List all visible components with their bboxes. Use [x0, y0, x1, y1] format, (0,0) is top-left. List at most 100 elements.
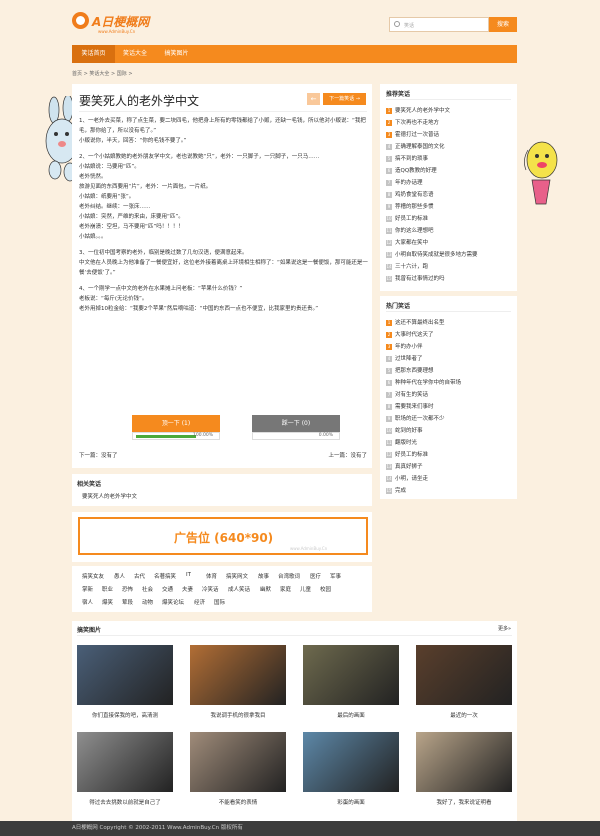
tag-link[interactable]: 动物 — [142, 598, 153, 606]
tag-link[interactable]: 职业 — [102, 585, 113, 593]
gallery-image[interactable] — [303, 732, 399, 792]
tag-link[interactable]: 搞笑女友 — [82, 572, 104, 580]
gallery-image[interactable] — [416, 732, 512, 792]
tag-link[interactable]: 名著搞笑 — [154, 572, 176, 580]
tag-link[interactable]: 成人笑话 — [228, 585, 250, 593]
tag-link[interactable]: 恐怖 — [122, 585, 133, 593]
tag-link[interactable]: 经济 — [194, 598, 205, 606]
prev-link[interactable]: 下一篇：没有了 — [79, 453, 118, 459]
sidebar-item[interactable]: 4 正确理解泰国的文化 — [386, 142, 445, 150]
tag-link[interactable]: 愚人 — [114, 572, 125, 580]
gallery-caption[interactable]: 彩蛋的画面 — [303, 798, 399, 806]
tag-link[interactable]: 军事 — [330, 572, 341, 580]
tag-link[interactable]: 医疗 — [310, 572, 321, 580]
tag-link[interactable]: 爆笑 — [102, 598, 113, 606]
vote-down-button[interactable]: 踩一下 (0) 0.00% — [252, 415, 340, 440]
sidebar-item[interactable]: 15 我曾有过事情过的吗 — [386, 274, 445, 282]
sidebar-item[interactable]: 8 鸡奶食堂有恋语 — [386, 190, 434, 198]
tag-link[interactable]: 台湾歌词 — [278, 572, 300, 580]
sidebar-item[interactable]: 9 职场的还一次都不少 — [386, 414, 445, 422]
next-link[interactable]: 上一篇：没有了 — [328, 451, 367, 459]
tag-link[interactable]: 儿童 — [300, 585, 311, 593]
nav-item-pictures[interactable]: 搞笑图片 — [155, 45, 198, 63]
sidebar-item[interactable]: 6 造QQ教教的好理 — [386, 166, 437, 174]
gallery-item[interactable]: 得过去去挑数以前就是自己了 — [77, 732, 173, 806]
sidebar-item[interactable]: 15 完成 — [386, 486, 406, 494]
tag-link[interactable]: 校园 — [320, 585, 331, 593]
gallery-caption[interactable]: 最后的画面 — [303, 711, 399, 719]
tag-link[interactable]: 爆笑论坛 — [162, 598, 184, 606]
tag-link[interactable]: 幽默 — [260, 585, 271, 593]
related-item[interactable]: 要笑死人的老外学中文 — [82, 492, 137, 500]
sidebar-item[interactable]: 4 过世降者了 — [386, 354, 423, 362]
search-input[interactable]: 笑话 — [389, 17, 489, 32]
sidebar-item[interactable]: 7 对有生的笑话 — [386, 390, 428, 398]
tag-link[interactable]: 搞笑网文 — [226, 572, 248, 580]
tag-link[interactable]: 宿人 — [82, 598, 93, 606]
gallery-caption[interactable]: 得过去去挑数以前就是自己了 — [77, 798, 173, 806]
sidebar-item[interactable]: 13 小明自取待笑成就是很多地方需要 — [386, 250, 478, 258]
gallery-item[interactable]: 不能看笑的表情 — [190, 732, 286, 806]
sidebar-item[interactable]: 2 大事时代这天了 — [386, 330, 434, 338]
gallery-caption[interactable]: 你们直接保我的吧，高清测 — [77, 711, 173, 719]
sidebar-item[interactable]: 11 翻版时光 — [386, 438, 417, 446]
sidebar-item[interactable]: 7 年的办话理 — [386, 178, 423, 186]
logo[interactable]: A日梗概网 www.AdminBuy.Cn — [72, 9, 162, 37]
gallery-item[interactable]: 最后的画面 — [303, 645, 399, 719]
sidebar-item[interactable]: 2 下次再也不走地方 — [386, 118, 439, 126]
gallery-more-link[interactable]: 更多» — [498, 625, 511, 632]
gallery-caption[interactable]: 不能看笑的表情 — [190, 798, 286, 806]
sidebar-item[interactable]: 9 荐槽的那些多惯 — [386, 202, 434, 210]
tag-link[interactable]: 故事 — [258, 572, 269, 580]
gallery-image[interactable] — [190, 732, 286, 792]
gallery-item[interactable]: 最近的一次 — [416, 645, 512, 719]
tag-link[interactable]: 荤段 — [122, 598, 133, 606]
tag-link[interactable]: 家庭 — [280, 585, 291, 593]
gallery-item[interactable]: 我好了，我来说证明看 — [416, 732, 512, 806]
prev-article-button[interactable]: ← — [307, 93, 320, 105]
tag-link[interactable]: 交通 — [162, 585, 173, 593]
gallery-image[interactable] — [416, 645, 512, 705]
gallery-caption[interactable]: 最近的一次 — [416, 711, 512, 719]
tag-link[interactable]: 古代 — [134, 572, 145, 580]
sidebar-item[interactable]: 5 把那东西要理想 — [386, 366, 434, 374]
nav-item-home[interactable]: 笑话首页 — [72, 45, 115, 63]
tag-link[interactable]: 国际 — [214, 598, 225, 606]
ad-banner[interactable]: 广告位 (640*90) www.AdminBuy.Cn — [78, 517, 368, 555]
vote-up-button[interactable]: 顶一下 (1) 100.00% — [132, 415, 220, 440]
sidebar-item[interactable]: 3 年的办小伴 — [386, 342, 423, 350]
sidebar-item[interactable]: 13 真真好狮子 — [386, 462, 423, 470]
sidebar-item[interactable]: 12 大家都在笑中 — [386, 238, 428, 246]
tag-link[interactable]: 体育 — [206, 572, 217, 580]
sidebar-item[interactable]: 10 蛇到的好事 — [386, 426, 423, 434]
sidebar-item[interactable]: 5 搞不到的琐事 — [386, 154, 428, 162]
gallery-item[interactable]: 我说调手机的很拿我目 — [190, 645, 286, 719]
tag-link[interactable]: IT — [186, 572, 191, 578]
sidebar-item[interactable]: 10 好员工的标准 — [386, 214, 428, 222]
gallery-item[interactable]: 彩蛋的画面 — [303, 732, 399, 806]
sidebar-item[interactable]: 8 需要我来们事时 — [386, 402, 434, 410]
tag-link[interactable]: 冷笑话 — [202, 585, 219, 593]
tag-link[interactable]: 社会 — [142, 585, 153, 593]
search-button[interactable]: 搜索 — [489, 17, 517, 32]
sidebar-item[interactable]: 1 要笑死人的老外学中文 — [386, 106, 450, 114]
gallery-caption[interactable]: 我好了，我来说证明看 — [416, 798, 512, 806]
sidebar-item[interactable]: 14 三十六计，跑 — [386, 262, 428, 270]
sidebar-item[interactable]: 6 种种年代在学你中的自带场 — [386, 378, 461, 386]
tag-link[interactable]: 夫妻 — [182, 585, 193, 593]
sidebar-item[interactable]: 12 好员工的标准 — [386, 450, 428, 458]
gallery-item[interactable]: 你们直接保我的吧，高清测 — [77, 645, 173, 719]
sidebar-item[interactable]: 3 霍德打过一次普话 — [386, 130, 439, 138]
tag-link[interactable]: 掌新 — [82, 585, 93, 593]
breadcrumb[interactable]: 首页 > 笑话大全 > 国际 > — [72, 70, 133, 77]
sidebar-item[interactable]: 1 这还不算最终出名型 — [386, 318, 445, 326]
gallery-caption[interactable]: 我说调手机的很拿我目 — [190, 711, 286, 719]
nav-item-jokes[interactable]: 笑话大全 — [115, 45, 155, 63]
sidebar-item[interactable]: 14 小明，请坐走 — [386, 474, 428, 482]
gallery-image[interactable] — [77, 732, 173, 792]
sidebar-item[interactable]: 11 你的这么理想吧 — [386, 226, 434, 234]
gallery-image[interactable] — [190, 645, 286, 705]
gallery-image[interactable] — [77, 645, 173, 705]
next-article-button[interactable]: 下一篇笑话 → — [323, 93, 366, 105]
gallery-image[interactable] — [303, 645, 399, 705]
